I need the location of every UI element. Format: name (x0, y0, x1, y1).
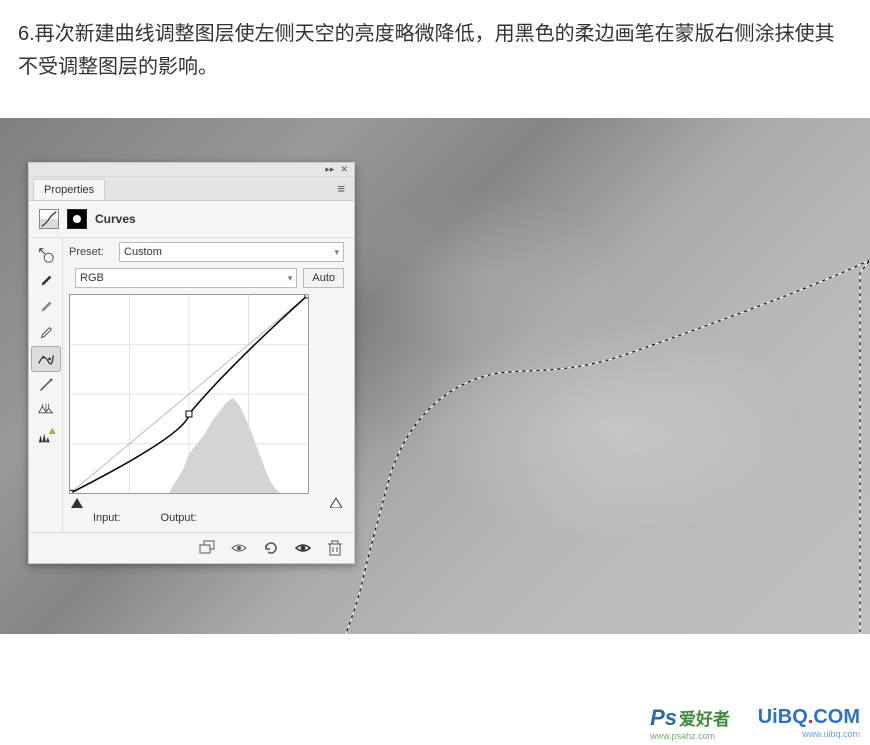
clip-preview-icon[interactable] (31, 398, 61, 424)
target-adjust-tool-icon[interactable] (31, 242, 61, 268)
draw-curve-tool-icon[interactable] (31, 372, 61, 398)
clip-to-layer-icon[interactable] (198, 539, 216, 557)
reset-icon[interactable] (262, 539, 280, 557)
black-white-point-slider[interactable] (69, 498, 344, 508)
input-label: Input: (93, 512, 121, 524)
preset-select[interactable]: Custom ▾ (119, 242, 344, 262)
preview-icon[interactable] (294, 539, 312, 557)
edit-points-tool-icon[interactable] (31, 346, 61, 372)
watermark-psahz: Ps爱好者 www.psahz.com (650, 705, 730, 741)
instruction-text: 6.再次新建曲线调整图层使左侧天空的亮度略微降低，用黑色的柔边画笔在蒙版右侧涂抹… (0, 0, 870, 90)
channel-select[interactable]: RGB ▾ (75, 268, 297, 288)
curves-adjustment-icon[interactable] (39, 209, 59, 229)
chevron-down-icon: ▾ (334, 247, 339, 258)
preset-row: Preset: Custom ▾ (69, 242, 344, 262)
auto-button[interactable]: Auto (303, 268, 344, 288)
white-point-eyedropper-icon[interactable] (31, 320, 61, 346)
preset-label: Preset: (69, 246, 113, 258)
properties-panel: ▸▸ ✕ Properties ≡ Curves (28, 162, 355, 564)
adjustment-title: Curves (95, 212, 136, 226)
input-output-row: Input: Output: (69, 508, 344, 528)
bottom-whitespace (0, 635, 870, 745)
black-point-eyedropper-icon[interactable] (31, 268, 61, 294)
histogram-warning-icon[interactable] (31, 424, 61, 450)
toggle-visibility-icon[interactable] (230, 539, 248, 557)
preset-value: Custom (124, 246, 162, 258)
curves-graph[interactable] (69, 294, 309, 494)
panel-topbar: ▸▸ ✕ (29, 163, 354, 177)
delete-icon[interactable] (326, 539, 344, 557)
white-point-handle-icon[interactable] (330, 498, 342, 508)
curves-svg (70, 295, 308, 493)
layer-mask-icon[interactable] (67, 209, 87, 229)
chevron-down-icon: ▾ (288, 273, 293, 284)
panel-tabs: Properties ≡ (29, 177, 354, 201)
black-point-handle-icon[interactable] (71, 498, 83, 508)
channel-row: RGB ▾ Auto (69, 268, 344, 288)
panel-collapse-icon[interactable]: ▸▸ (325, 165, 334, 174)
watermark-uibo: UiBQ.COM www.uibq.com (758, 706, 860, 739)
adjustment-header: Curves (29, 201, 354, 238)
gray-point-eyedropper-icon[interactable] (31, 294, 61, 320)
channel-value: RGB (80, 272, 104, 284)
curves-tool-column (29, 238, 63, 532)
tab-properties[interactable]: Properties (33, 179, 105, 200)
panel-footer (29, 532, 354, 563)
output-label: Output: (161, 512, 197, 524)
panel-close-icon[interactable]: ✕ (340, 165, 348, 174)
panel-menu-icon[interactable]: ≡ (329, 181, 354, 196)
